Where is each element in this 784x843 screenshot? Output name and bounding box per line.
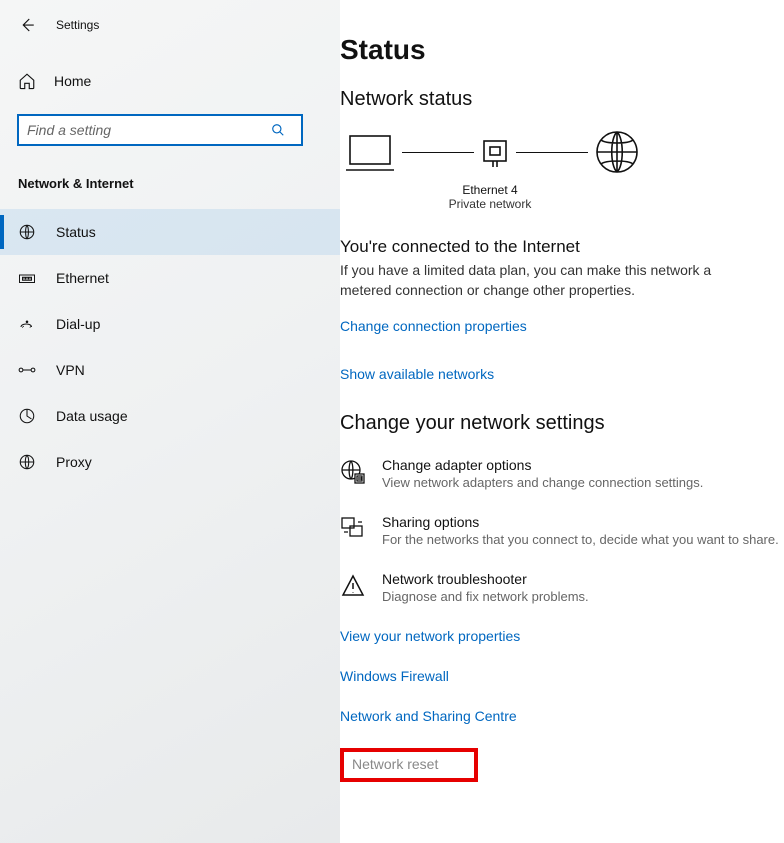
- search-input[interactable]: [19, 122, 271, 138]
- dialup-icon: [18, 315, 38, 333]
- nav-label: Dial-up: [56, 316, 100, 332]
- status-icon: [18, 223, 38, 241]
- change-connection-properties-link[interactable]: Change connection properties: [340, 318, 784, 334]
- nav-item-ethernet[interactable]: Ethernet: [0, 255, 340, 301]
- adapter-options-icon: [340, 459, 370, 485]
- search-box[interactable]: [17, 114, 303, 146]
- network-type: Private network: [430, 197, 550, 211]
- sharing-icon: [340, 516, 370, 542]
- home-icon: [18, 72, 38, 90]
- network-status-heading: Network status: [340, 88, 784, 111]
- nav-item-datausage[interactable]: Data usage: [0, 393, 340, 439]
- nav-item-vpn[interactable]: VPN: [0, 347, 340, 393]
- proxy-icon: [18, 453, 38, 471]
- nav-label: Ethernet: [56, 270, 109, 286]
- adapter-icon: [480, 135, 510, 169]
- home-nav[interactable]: Home: [0, 62, 340, 100]
- connected-heading: You're connected to the Internet: [340, 237, 784, 257]
- search-icon: [271, 123, 301, 137]
- sharing-options[interactable]: Sharing options For the networks that yo…: [340, 514, 784, 547]
- adapter-name: Ethernet 4: [430, 183, 550, 197]
- nav-item-proxy[interactable]: Proxy: [0, 439, 340, 485]
- network-sharing-centre-link[interactable]: Network and Sharing Centre: [340, 708, 784, 724]
- globe-icon: [594, 129, 640, 175]
- home-label: Home: [54, 73, 91, 89]
- connected-desc: If you have a limited data plan, you can…: [340, 261, 740, 300]
- nav-label: Data usage: [56, 408, 128, 424]
- network-diagram: [340, 129, 784, 175]
- diagram-line: [402, 152, 474, 153]
- datausage-icon: [18, 407, 38, 425]
- show-available-networks-link[interactable]: Show available networks: [340, 366, 784, 382]
- ethernet-icon: [18, 269, 38, 287]
- network-troubleshooter[interactable]: Network troubleshooter Diagnose and fix …: [340, 571, 784, 604]
- network-reset-highlight: Network reset: [340, 748, 478, 782]
- setting-desc: For the networks that you connect to, de…: [382, 532, 779, 547]
- nav-label: VPN: [56, 362, 85, 378]
- view-network-properties-link[interactable]: View your network properties: [340, 628, 784, 644]
- vpn-icon: [18, 364, 38, 376]
- page-title: Status: [340, 34, 784, 66]
- computer-icon: [344, 130, 396, 174]
- setting-title: Change adapter options: [382, 457, 703, 473]
- change-settings-heading: Change your network settings: [340, 412, 784, 435]
- setting-title: Network troubleshooter: [382, 571, 589, 587]
- back-button[interactable]: [18, 16, 38, 34]
- nav-label: Status: [56, 224, 96, 240]
- setting-desc: Diagnose and fix network problems.: [382, 589, 589, 604]
- window-title: Settings: [56, 18, 99, 32]
- setting-title: Sharing options: [382, 514, 779, 530]
- nav-item-dialup[interactable]: Dial-up: [0, 301, 340, 347]
- network-reset-link[interactable]: Network reset: [352, 756, 438, 772]
- diagram-line: [516, 152, 588, 153]
- section-heading: Network & Internet: [0, 166, 340, 209]
- windows-firewall-link[interactable]: Windows Firewall: [340, 668, 784, 684]
- nav-label: Proxy: [56, 454, 92, 470]
- nav-item-status[interactable]: Status: [0, 209, 340, 255]
- troubleshooter-icon: [340, 573, 370, 599]
- setting-desc: View network adapters and change connect…: [382, 475, 703, 490]
- diagram-caption: Ethernet 4 Private network: [430, 183, 550, 211]
- change-adapter-options[interactable]: Change adapter options View network adap…: [340, 457, 784, 490]
